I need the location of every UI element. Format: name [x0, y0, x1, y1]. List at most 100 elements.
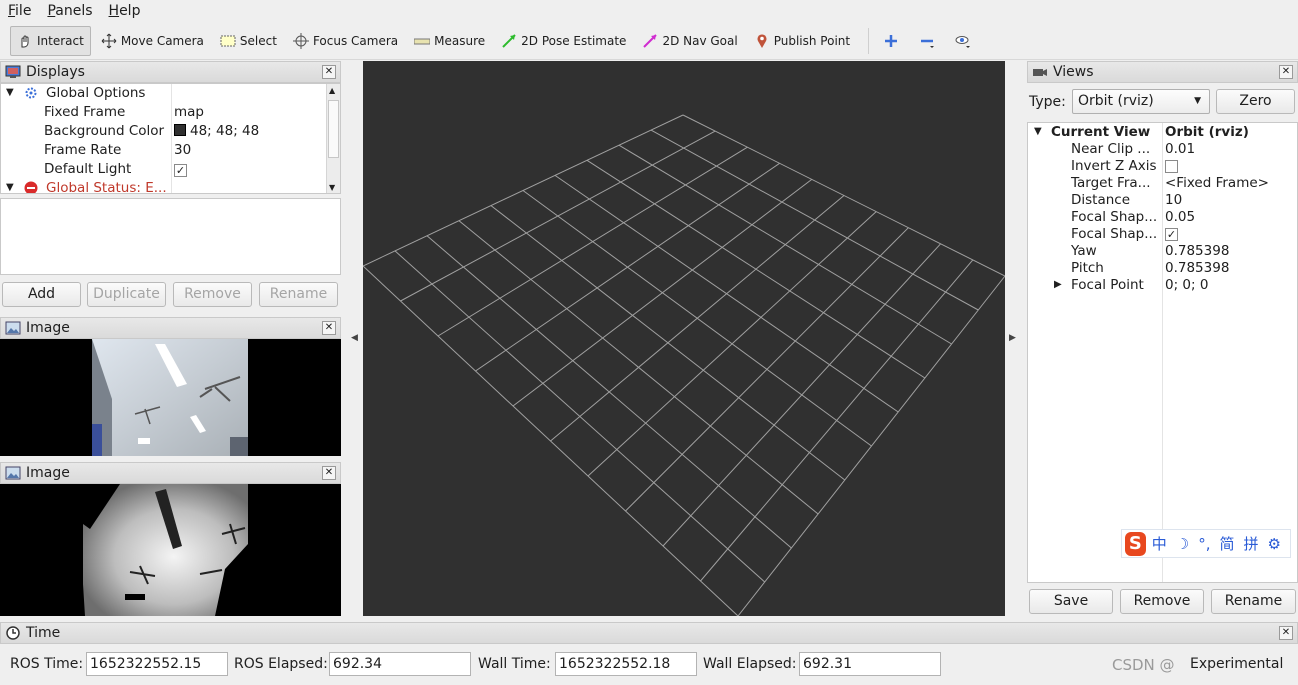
views-close-button[interactable]: ✕ — [1279, 65, 1293, 79]
ros-elapsed-field[interactable]: 692.34 — [329, 652, 471, 676]
move-camera-tool-button[interactable]: Move Camera — [95, 26, 210, 56]
interact-tool-button[interactable]: Interact — [10, 25, 91, 56]
remove-display-button[interactable]: Remove — [173, 282, 252, 307]
select-tool-button[interactable]: Select — [214, 26, 283, 56]
view-row-pitch[interactable]: Pitch 0.785398 — [1028, 260, 1297, 277]
view-row-focal-point[interactable]: ▶ Focal Point 0; 0; 0 — [1028, 277, 1297, 294]
publish-point-tool-button[interactable]: Publish Point — [748, 26, 856, 56]
scroll-thumb[interactable] — [328, 100, 339, 158]
scroll-down-arrow[interactable]: ▼ — [329, 183, 335, 192]
ros-time-field[interactable]: 1652322552.15 — [86, 652, 228, 676]
tree-row-default-light[interactable]: Default Light ✓ — [1, 160, 327, 179]
view-key: Focal Point — [1071, 277, 1144, 293]
grid-line — [700, 259, 974, 582]
tree-row-global-status[interactable]: ▼ Global Status: E... — [1, 179, 327, 194]
wall-elapsed-label: Wall Elapsed: — [703, 656, 797, 672]
focal-shape-size-value[interactable]: 0.05 — [1165, 209, 1195, 225]
expand-arrow-icon[interactable]: ▼ — [6, 182, 14, 193]
view-row-yaw[interactable]: Yaw 0.785398 — [1028, 243, 1297, 260]
invert-z-checkbox[interactable] — [1165, 158, 1178, 174]
plus-icon — [883, 33, 899, 49]
expand-arrow-icon[interactable]: ▼ — [1034, 126, 1042, 137]
displays-scrollbar[interactable]: ▲ ▼ — [326, 84, 340, 193]
checkbox-mark — [1165, 159, 1178, 173]
fixed-frame-value[interactable]: map — [174, 104, 204, 120]
rename-display-button[interactable]: Rename — [259, 282, 338, 307]
duplicate-display-button[interactable]: Duplicate — [87, 282, 166, 307]
view-key: Invert Z Axis — [1071, 158, 1157, 174]
menu-panels[interactable]: Panels — [39, 3, 100, 19]
view-row-invert-z[interactable]: Invert Z Axis — [1028, 158, 1297, 175]
ime-pinyin[interactable]: 拼 — [1244, 533, 1259, 554]
hand-icon — [17, 33, 33, 49]
add-display-button[interactable]: Add — [2, 282, 81, 307]
tree-key: Fixed Frame — [44, 104, 126, 120]
tree-row-frame-rate[interactable]: Frame Rate 30 — [1, 141, 327, 160]
ime-chinese-mode[interactable]: 中 — [1152, 533, 1167, 554]
target-frame-value[interactable]: <Fixed Frame> — [1165, 175, 1269, 191]
ime-punctuation[interactable]: °, — [1198, 535, 1210, 553]
menu-bar: File Panels Help — [0, 0, 1298, 22]
left-splitter-arrow[interactable]: ◀ — [351, 333, 358, 343]
pitch-value[interactable]: 0.785398 — [1165, 260, 1229, 276]
background-color-value[interactable]: 48; 48; 48 — [174, 123, 259, 139]
image-panel-1-title: Image — [26, 320, 70, 336]
view-row-current-view[interactable]: ▼ Current View Orbit (rviz) — [1028, 124, 1297, 141]
publish-point-label: Publish Point — [773, 33, 851, 48]
panel-visibility-button[interactable] — [949, 26, 981, 56]
grid-line — [490, 205, 846, 481]
remove-view-button[interactable]: Remove — [1120, 589, 1204, 614]
view-type-select[interactable]: Orbit (rviz) ▼ — [1072, 89, 1210, 114]
zero-view-button[interactable]: Zero — [1216, 89, 1295, 114]
2d-pose-estimate-tool-button[interactable]: 2D Pose Estimate — [495, 26, 632, 56]
view-key: Focal Shap... — [1071, 209, 1158, 225]
ime-simplified[interactable]: 简 — [1220, 533, 1235, 554]
view-row-focal-shape-size[interactable]: Focal Shap... 0.05 — [1028, 209, 1297, 226]
wall-elapsed-field[interactable]: 692.31 — [799, 652, 941, 676]
image-panel-1-close-button[interactable]: ✕ — [322, 321, 336, 335]
ime-toolbar[interactable]: S 中 ☽ °, 简 拼 ⚙ — [1121, 529, 1291, 558]
displays-close-button[interactable]: ✕ — [322, 65, 336, 79]
wall-time-field[interactable]: 1652322552.18 — [555, 652, 697, 676]
grid-line — [550, 195, 845, 442]
menu-file[interactable]: File — [0, 3, 39, 19]
scroll-up-arrow[interactable]: ▲ — [329, 86, 335, 95]
focus-camera-tool-button[interactable]: Focus Camera — [287, 26, 404, 56]
magenta-arrow-icon — [642, 33, 658, 49]
expand-arrow-right-icon[interactable]: ▶ — [1054, 279, 1062, 290]
near-clip-value[interactable]: 0.01 — [1165, 141, 1195, 157]
view-row-target-frame[interactable]: Target Fra... <Fixed Frame> — [1028, 175, 1297, 192]
ros-time-label: ROS Time: — [10, 656, 84, 672]
add-tool-button[interactable] — [877, 26, 909, 56]
menu-help[interactable]: Help — [101, 3, 149, 19]
yaw-value[interactable]: 0.785398 — [1165, 243, 1229, 259]
remove-tool-button[interactable] — [913, 26, 945, 56]
save-view-button[interactable]: Save — [1029, 589, 1113, 614]
toolbar-separator — [868, 27, 870, 54]
right-splitter-arrow[interactable]: ▶ — [1009, 333, 1016, 343]
rename-view-button[interactable]: Rename — [1211, 589, 1296, 614]
time-close-button[interactable]: ✕ — [1279, 626, 1293, 640]
measure-tool-button[interactable]: Measure — [408, 26, 491, 56]
select-label: Select — [239, 33, 277, 48]
2d-nav-goal-tool-button[interactable]: 2D Nav Goal — [636, 26, 743, 56]
focal-shape-fixed-checkbox[interactable]: ✓ — [1165, 226, 1178, 242]
toolbar: Interact Move Camera Select Focus Camera… — [0, 22, 1298, 60]
3d-render-viewport[interactable] — [362, 61, 1006, 617]
ime-moon-icon[interactable]: ☽ — [1176, 535, 1189, 553]
experimental-checkbox[interactable]: Experimental — [1190, 656, 1283, 672]
tree-row-global-options[interactable]: ▼ Global Options — [1, 84, 327, 103]
frame-rate-value[interactable]: 30 — [174, 142, 191, 158]
expand-arrow-icon[interactable]: ▼ — [6, 87, 14, 98]
ime-settings-icon[interactable]: ⚙ — [1268, 535, 1281, 553]
tree-key: Global Status: E... — [46, 180, 167, 194]
image-panel-2-close-button[interactable]: ✕ — [322, 466, 336, 480]
distance-value[interactable]: 10 — [1165, 192, 1182, 208]
tree-row-fixed-frame[interactable]: Fixed Frame map — [1, 103, 327, 122]
view-row-focal-shape-fixed[interactable]: Focal Shap... ✓ — [1028, 226, 1297, 243]
view-row-near-clip[interactable]: Near Clip ... 0.01 — [1028, 141, 1297, 158]
view-row-distance[interactable]: Distance 10 — [1028, 192, 1297, 209]
default-light-checkbox[interactable]: ✓ — [174, 162, 187, 178]
tree-row-background-color[interactable]: Background Color 48; 48; 48 — [1, 122, 327, 141]
focal-point-value[interactable]: 0; 0; 0 — [1165, 277, 1208, 293]
